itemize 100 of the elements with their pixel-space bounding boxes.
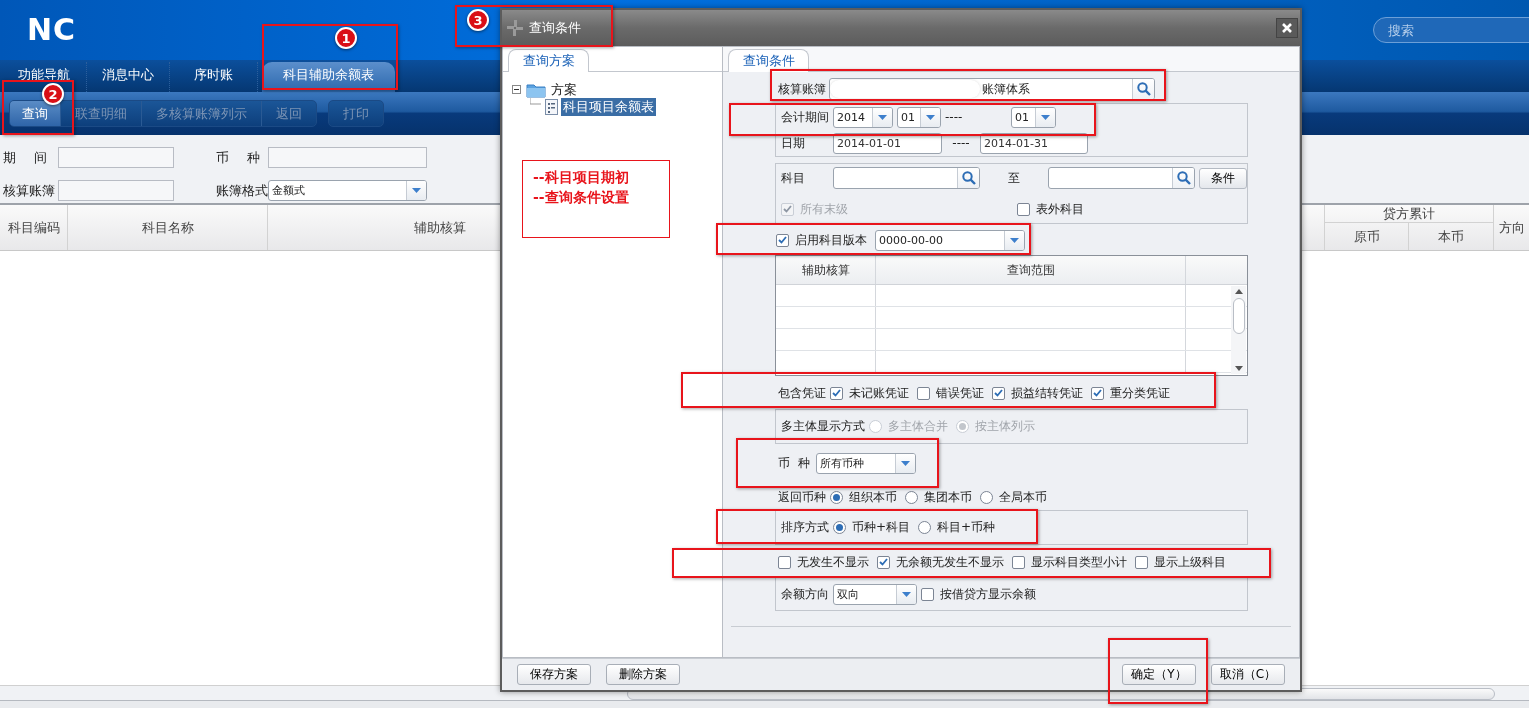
checkbox[interactable]	[877, 555, 890, 569]
down-arrow-icon	[1234, 366, 1243, 371]
radio-label: 按主体列示	[975, 418, 1035, 435]
logo: NC	[27, 15, 77, 45]
lookup-field[interactable]	[1047, 167, 1196, 189]
checkbox-label: 所有末级	[800, 200, 848, 218]
column-header: 科目编码	[0, 205, 68, 250]
checkbox-label: 按借贷方显示余额	[940, 585, 1036, 603]
checkmark-icon	[778, 236, 787, 244]
checkbox-label: 未记账凭证	[849, 384, 909, 402]
field-label: 返回币种	[778, 488, 826, 506]
up-arrow-icon	[1234, 289, 1243, 294]
radio-label: 全局本币	[999, 488, 1047, 506]
checkbox[interactable]	[776, 233, 789, 247]
field-label: 科目	[781, 169, 806, 187]
field-label: 核算账簿	[2, 181, 56, 200]
note-text: --查询条件设置	[533, 188, 630, 207]
field-label: 币 种	[215, 148, 262, 167]
panel-tab[interactable]: 查询方案	[508, 49, 589, 72]
radio-label: 币种+科目	[852, 519, 911, 536]
checkbox[interactable]	[921, 587, 934, 601]
checkbox-label: 无余额无发生不显示	[896, 553, 1004, 571]
radio-button[interactable]	[905, 490, 918, 504]
checkbox[interactable]	[992, 386, 1005, 400]
radio-button[interactable]	[980, 490, 993, 504]
radio-label: 集团本币	[924, 488, 972, 506]
checkbox[interactable]	[1091, 386, 1104, 400]
checkbox[interactable]	[1017, 202, 1030, 216]
toolbar-button[interactable]: 查询	[10, 101, 61, 126]
column-header: 查询范围	[876, 256, 1186, 284]
field-label: 核算账簿	[778, 80, 825, 98]
radio-label: 多主体合并	[888, 418, 948, 435]
input-field[interactable]	[58, 180, 174, 201]
combo-box[interactable]: 双向	[833, 583, 917, 605]
checkbox[interactable]	[1012, 555, 1025, 569]
pinwheel-icon	[507, 20, 523, 36]
checkmark-icon	[879, 558, 888, 566]
tree-item[interactable]: 方案	[549, 80, 579, 99]
field-label: 包含凭证	[778, 384, 826, 402]
checkmark-icon	[1093, 389, 1102, 397]
checkbox[interactable]	[1135, 555, 1148, 569]
checkmark-icon	[832, 389, 841, 397]
condition-button[interactable]: 条件	[1199, 167, 1247, 189]
column-header: 辅助核算	[776, 256, 876, 284]
checkbox-label: 显示上级科目	[1154, 553, 1226, 571]
combo-box[interactable]: 所有币种	[816, 452, 916, 474]
checkbox[interactable]	[778, 555, 791, 569]
document-icon	[545, 98, 558, 115]
checkbox-label: 损益结转凭证	[1011, 384, 1083, 402]
field-label: 日期	[781, 134, 806, 152]
combo-box[interactable]: 01	[1011, 106, 1056, 128]
checkbox-label: 重分类凭证	[1110, 384, 1170, 402]
dialog-button[interactable]: 删除方案	[606, 664, 680, 685]
tree-item[interactable]: 科目项目余额表	[561, 97, 656, 116]
vertical-scrollbar[interactable]	[1231, 286, 1246, 374]
caret-icon	[902, 591, 911, 597]
search-icon	[961, 171, 976, 185]
field-label: 账簿格式	[215, 181, 268, 200]
collapse-toggle[interactable]	[512, 85, 521, 94]
field-label: 会计期间	[781, 108, 829, 126]
field-label: 余额方向	[781, 585, 829, 603]
input-field[interactable]	[58, 147, 174, 168]
dialog-button[interactable]: 确定（Y）	[1122, 664, 1196, 685]
field-label: 排序方式	[781, 519, 829, 536]
close-button[interactable]	[1276, 18, 1298, 38]
column-header: 贷方累计	[1325, 205, 1493, 223]
checkmark-icon	[994, 389, 1003, 397]
combo-box[interactable]: 2014	[833, 106, 893, 128]
combo-box[interactable]: 0000-00-00	[875, 229, 1025, 251]
combo-box[interactable]: 01	[897, 106, 941, 128]
lookup-field[interactable]	[832, 167, 981, 189]
tab[interactable]: 科目辅助余额表	[262, 62, 395, 92]
separator-text: ----	[945, 110, 964, 124]
radio-button[interactable]	[830, 490, 843, 504]
checkbox[interactable]	[830, 386, 843, 400]
search-field[interactable]: 搜索	[1373, 17, 1529, 43]
folder-icon	[526, 81, 546, 98]
field-label: 币 种	[778, 454, 811, 472]
combo-box[interactable]: 金额式	[268, 180, 427, 201]
caret-icon	[901, 460, 910, 466]
dialog-button[interactable]: 保存方案	[517, 664, 591, 685]
separator-text: ----	[951, 136, 971, 150]
panel-tab[interactable]: 查询条件	[728, 49, 809, 72]
caret-icon	[412, 188, 421, 193]
checkbox-label: 错误凭证	[936, 384, 984, 402]
input-field[interactable]	[268, 147, 427, 168]
column-header: 科目名称	[68, 205, 268, 250]
caret-icon	[1010, 237, 1019, 243]
field-label: 期 间	[2, 148, 49, 167]
dialog-button[interactable]: 取消（C）	[1211, 664, 1285, 685]
close-icon	[1282, 23, 1292, 33]
checkbox-label: 启用科目版本	[795, 231, 867, 249]
column-header: 本币	[1437, 227, 1465, 246]
checkbox[interactable]	[917, 386, 930, 400]
lookup-field[interactable]: 账簿体系	[829, 78, 1155, 100]
window-title: 查询条件	[529, 19, 582, 37]
field-label: 多主体显示方式	[781, 418, 865, 435]
search-icon	[1176, 171, 1191, 185]
caret-icon	[1041, 114, 1050, 120]
checkbox-label: 表外科目	[1036, 200, 1084, 218]
